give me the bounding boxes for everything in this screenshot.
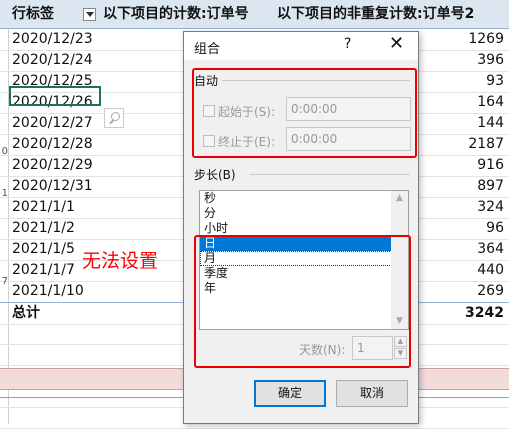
step-section-highlight [194,235,411,368]
dialog-titlebar: 组合 ? ✕ [184,32,418,60]
value-cell[interactable]: 144 [477,113,504,134]
help-button[interactable]: ? [344,36,351,52]
value-cell[interactable]: 440 [477,260,504,281]
row-label-cell[interactable]: 2020/12/24 [12,50,93,71]
step-item[interactable]: 分 [200,206,408,221]
total-label[interactable]: 总计 [12,303,40,324]
pivot-header-row: 行标签 以下项目的计数:订单号 以下项目的非重复计数:订单号2 [0,0,509,29]
row-label-cell[interactable]: 2021/1/5 [12,239,75,260]
row-label-cell[interactable]: 2020/12/27 [12,113,93,134]
ok-button[interactable]: 确定 [254,380,326,407]
step-label: 步长(B) [194,168,236,182]
value-cell[interactable]: 96 [486,218,504,239]
group-dialog: 组合 ? ✕ 自动 起始于(S): 0:00:00 终止于(E): 0:00:0… [183,31,419,424]
total-value[interactable]: 3242 [465,303,504,324]
row-label-cell[interactable]: 2020/12/23 [12,29,93,50]
cancel-button[interactable]: 取消 [336,380,408,407]
value-cell[interactable]: 164 [477,92,504,113]
dialog-title: 组合 [194,42,221,57]
distinct-count-column-header: 以下项目的非重复计数:订单号2 [277,6,475,22]
close-button[interactable]: ✕ [389,33,404,54]
scroll-up-icon[interactable]: ▲ [395,194,404,203]
value-cell[interactable]: 1269 [468,29,504,50]
value-cell[interactable]: 396 [477,50,504,71]
value-cell[interactable]: 2187 [468,134,504,155]
auto-section-highlight [192,68,417,158]
row-label-cell[interactable]: 2020/12/28 [12,134,93,155]
row-label-cell[interactable]: 2020/12/29 [12,155,93,176]
step-item[interactable]: 秒 [200,191,408,206]
value-cell[interactable]: 93 [486,71,504,92]
value-cell[interactable]: 897 [477,176,504,197]
row-label-cell[interactable]: 2021/1/10 [12,281,84,302]
step-item[interactable]: 小时 [200,221,408,236]
row-label-cell[interactable]: 2021/1/2 [12,218,75,239]
row-label-cell[interactable]: 2021/1/7 [12,260,75,281]
count-column-header: 以下项目的计数:订单号 [103,6,249,22]
row-number: 7 [1,276,8,287]
step-divider [250,174,410,175]
value-cell[interactable]: 364 [477,239,504,260]
row-labels-filter-button[interactable] [83,8,96,21]
row-label-cell[interactable]: 2020/12/31 [12,176,93,197]
quick-analysis-icon[interactable] [104,108,124,128]
active-cell-selection [9,86,101,106]
annotation-text: 无法设置 [82,250,159,272]
value-cell[interactable]: 324 [477,197,504,218]
row-number: 1 [1,188,8,199]
value-cell[interactable]: 269 [477,281,504,302]
row-label-cell[interactable]: 2021/1/1 [12,197,75,218]
row-labels-header: 行标签 [12,6,54,22]
row-number: 0 [1,146,8,157]
value-cell[interactable]: 916 [477,155,504,176]
